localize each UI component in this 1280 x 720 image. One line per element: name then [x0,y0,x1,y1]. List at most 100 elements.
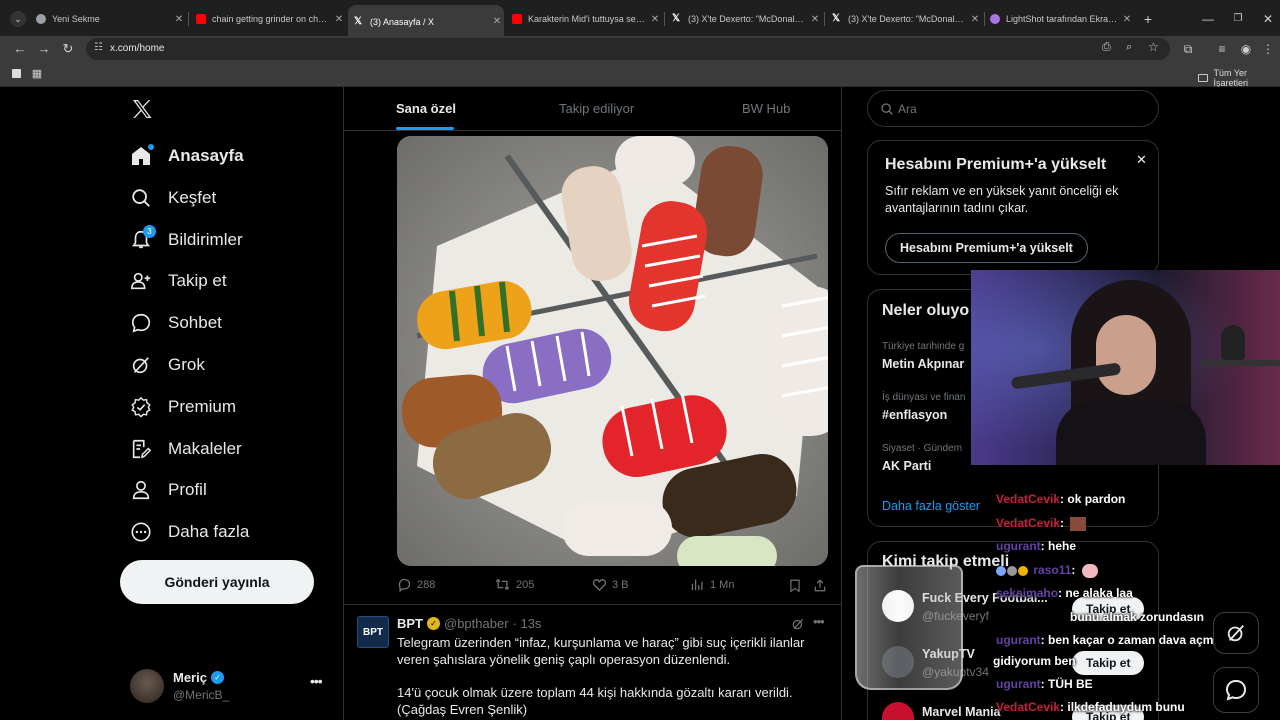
chat-text: : ne alaka laa [1058,586,1133,600]
close-icon[interactable]: ✕ [968,14,982,25]
close-icon[interactable]: ✕ [1136,152,1147,168]
repost-button[interactable]: 205 [494,577,534,592]
x-logo-icon[interactable] [130,97,154,121]
trend-category: Siyaset · Gündem [882,443,963,454]
like-button[interactable]: 3 B [592,577,629,592]
tab-0[interactable]: Yeni Sekme ✕ [30,7,186,31]
search-icon [881,103,893,115]
post-time[interactable]: · 13s [513,616,542,631]
close-icon[interactable]: ✕ [1120,14,1134,25]
chat-text: : ilkdefaduydum bunu [1060,700,1185,714]
share-icon[interactable] [813,578,827,598]
bookmark-icon[interactable] [788,578,802,598]
trend-category: Türkiye tarihinde g [882,341,965,352]
sidebar-item-label: Makaleler [168,439,242,458]
minimize-icon[interactable]: — [1200,11,1216,27]
notification-badge: 3 [143,225,156,238]
close-icon[interactable]: ✕ [332,14,346,25]
all-bookmarks[interactable]: Tüm Yer İşaretleri [1198,68,1280,88]
tab-title: LightShot tarafından Ekran Gör... [1006,14,1120,24]
post-more-icon[interactable]: ••• [813,614,825,629]
tab-3[interactable]: Karakterin Mid'i tuttuysa sen d... ✕ [506,7,662,31]
post-button[interactable]: Gönderi yayınla [120,560,314,604]
zoom-icon[interactable]: ⌕ [1126,41,1132,54]
tab-title: Karakterin Mid'i tuttuysa sen d... [528,14,648,24]
sidebar-item-more[interactable]: Daha fazla [128,514,249,550]
sidebar-item-premium[interactable]: Premium [128,389,236,425]
tab-5[interactable]: 𝕏 (3) X'te Dexerto: "McDonald's h... ✕ [826,7,982,31]
views-button[interactable]: 1 Mn [690,577,734,592]
reply-button[interactable]: 288 [397,577,435,592]
sidebar-item-home[interactable]: Anasayfa [128,138,244,174]
back-icon[interactable]: ← [12,41,28,57]
restore-icon[interactable]: ❐ [1230,11,1246,27]
tab-for-you[interactable]: Sana özel [396,87,456,130]
sidebar-item-chat[interactable]: Sohbet [128,305,222,341]
x-logo-icon: 𝕏 [832,13,841,24]
apps-icon[interactable]: ▦ [31,66,43,82]
bookmark-star-icon[interactable]: ☆ [1148,40,1159,54]
follow-button[interactable]: Takip et [1072,651,1145,675]
menu-icon[interactable]: ⋮ [1262,41,1274,57]
post-avatar[interactable]: BPT [357,616,389,648]
post-media-image[interactable] [397,136,828,566]
browser-tab-bar: ⌄ Yeni Sekme ✕ chain getting grinder on … [0,0,1280,38]
window-close-icon[interactable]: ✕ [1260,11,1276,27]
sidebar-item-notifications[interactable]: 3 Bildirimler [128,222,243,258]
profile-avatar-icon[interactable]: ◉ [1238,41,1254,57]
bookmarks-bar: ▦ Tüm Yer İşaretleri [0,62,1280,88]
tab-title: (3) X'te Dexerto: "McDonald's h... [848,14,968,24]
install-icon[interactable]: ⎙ [1102,41,1111,54]
reload-icon[interactable]: ↻ [60,41,76,57]
sidebar-item-articles[interactable]: Makaleler [128,431,242,467]
account-switcher[interactable]: Meriç ✓ @MericB_ ••• [128,667,328,707]
sidebar-item-explore[interactable]: Keşfet [128,180,216,216]
post-author-name[interactable]: BPT [397,616,423,631]
premium-upgrade-button[interactable]: Hesabını Premium+'a yükselt [885,233,1088,263]
sidebar-item-grok[interactable]: Grok [128,347,205,383]
tab-1[interactable]: chain getting grinder on cheese ✕ [190,7,346,31]
forward-icon[interactable]: → [36,41,52,57]
tab-6[interactable]: LightShot tarafından Ekran Gör... ✕ [984,7,1134,31]
site-info-icon[interactable]: ☷ [94,42,103,53]
sidebar-item-profile[interactable]: Profil [128,472,207,508]
sidebar-item-follow[interactable]: Takip et [128,263,227,299]
close-icon[interactable]: ✕ [172,14,186,25]
close-icon[interactable]: ✕ [808,14,822,25]
tab-bw-hub[interactable]: BW Hub [742,87,790,130]
show-more-link[interactable]: Daha fazla göster [882,499,980,513]
trend-name: Metin Akpınar [882,357,965,371]
emote-icon [1081,563,1098,578]
post-author-handle[interactable]: @bpthaber [444,616,509,631]
extensions-icon[interactable]: ⧉ [1180,41,1196,57]
messages-float-button[interactable] [1213,667,1259,713]
close-icon[interactable]: ✕ [490,16,504,27]
address-bar[interactable]: ☷ x.com/home ⎙ ⌕ ☆ [86,38,1170,60]
sidebar-item-label: Takip et [168,271,227,290]
tab-following[interactable]: Takip ediliyor [559,87,634,130]
sidebar-item-label: Anasayfa [168,146,244,165]
premium-upsell-card: Hesabını Premium+'a yükselt ✕ Sıfır rekl… [867,140,1159,275]
views-icon [691,579,703,591]
more-icon [128,519,154,545]
tab-label: Takip ediliyor [559,101,635,116]
tab-search-icon[interactable]: ⌄ [10,11,26,27]
url-text: x.com/home [110,43,165,54]
new-tab-icon[interactable]: + [1140,11,1156,27]
account-menu-icon[interactable]: ••• [310,673,323,689]
tab-title: (3) Anasayfa / X [370,16,435,27]
streamer-body [1056,400,1206,465]
x-page: Anasayfa Keşfet 3 Bildirimler Takip et S… [0,87,1280,720]
media-icon[interactable]: ≡ [1214,41,1230,57]
tab-label: Sana özel [396,101,456,116]
verified-icon: ✓ [210,671,224,684]
page-icon[interactable] [12,69,21,78]
tab-4[interactable]: 𝕏 (3) X'te Dexerto: "McDonald's h... ✕ [666,7,822,31]
sidebar-item-label: Grok [168,355,205,374]
grok-float-button[interactable] [1213,612,1259,654]
tab-2-active[interactable]: 𝕏 (3) Anasayfa / X ✕ [348,5,504,38]
close-icon[interactable]: ✕ [648,14,662,25]
search-box[interactable]: Ara [867,90,1159,127]
chat-icon [1225,679,1247,701]
chat-message: raso11: [996,563,1098,578]
